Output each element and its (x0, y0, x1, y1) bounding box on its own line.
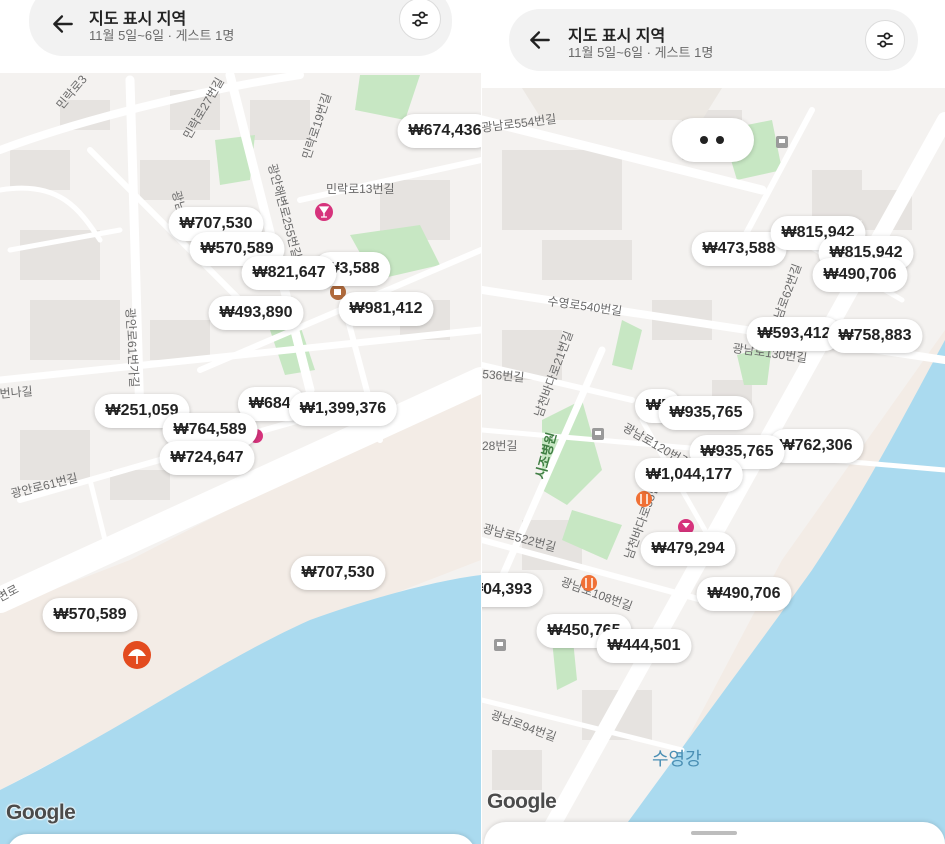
sliders-icon (412, 11, 428, 27)
loading-indicator (672, 118, 754, 162)
sliders-icon (877, 32, 893, 48)
bus-stop-icon[interactable] (592, 428, 604, 440)
price-pin[interactable]: ₩444,501 (596, 629, 692, 663)
google-attribution: Google (6, 801, 76, 824)
bottom-sheet[interactable] (6, 834, 476, 844)
price-pin[interactable]: ₩1,399,376 (288, 392, 398, 426)
trip-dates-guests: 11월 5일~6일 · 게스트 1명 (568, 45, 714, 60)
restaurant-poi-icon[interactable] (581, 575, 597, 591)
beach-umbrella-poi-icon[interactable] (123, 641, 151, 669)
price-pin[interactable]: ₩1,044,177 (634, 458, 744, 492)
price-pin[interactable]: ₩570,589 (42, 598, 138, 632)
wine-bar-poi-icon[interactable] (315, 203, 333, 221)
price-pin[interactable]: ₩490,706 (696, 577, 792, 611)
map-panel-right: 광남로554번길 수영로540번길 광남로130번길 536번길 남천바다로21… (482, 0, 945, 844)
street-label-left-7: 번나길 (0, 384, 33, 401)
river-label: 수영강 (652, 749, 702, 769)
bus-stop-icon[interactable] (494, 639, 506, 651)
header-bar: 지도 표시 지역 11월 5일~6일 · 게스트 1명 (0, 0, 481, 73)
price-pin[interactable]: ₩707,530 (290, 556, 386, 590)
price-pin[interactable]: ₩821,647 (241, 256, 337, 290)
price-pin[interactable]: ₩981,412 (338, 292, 434, 326)
price-pin[interactable]: ₩493,890 (208, 296, 304, 330)
filter-button[interactable] (399, 0, 441, 40)
restaurant-poi-icon[interactable] (636, 491, 652, 507)
price-pin[interactable]: ₩758,883 (827, 319, 923, 353)
bus-stop-icon[interactable] (776, 136, 788, 148)
street-label-left-5: 민락로13번길 (326, 182, 395, 196)
street-label-right-6: 28번길 (482, 439, 517, 453)
filter-button[interactable] (865, 20, 905, 60)
price-pin[interactable]: ₩04,393 (482, 573, 544, 607)
trip-dates-guests: 11월 5일~6일 · 게스트 1명 (89, 28, 235, 43)
sheet-drag-handle[interactable] (691, 831, 737, 835)
price-pin[interactable]: ₩935,765 (658, 396, 754, 430)
header-bar: 지도 표시 지역 11월 5일~6일 · 게스트 1명 (482, 0, 945, 88)
price-pin[interactable]: ₩479,294 (640, 532, 736, 566)
arrow-left-icon[interactable] (527, 27, 553, 53)
price-pin[interactable]: ₩674,436 (397, 114, 481, 148)
arrow-left-icon[interactable] (50, 11, 76, 37)
map-panel-left: 민락로3 민락로27번길 민락로19번길 광남로 광안해변로255번길 민락로1… (0, 0, 481, 844)
price-pin[interactable]: ₩724,647 (159, 441, 255, 475)
price-pin[interactable]: ₩490,706 (812, 258, 908, 292)
bottom-sheet[interactable] (484, 822, 945, 844)
search-pill[interactable]: 지도 표시 지역 11월 5일~6일 · 게스트 1명 (509, 9, 918, 71)
search-pill[interactable]: 지도 표시 지역 11월 5일~6일 · 게스트 1명 (29, 0, 452, 56)
google-attribution: Google (487, 790, 557, 813)
